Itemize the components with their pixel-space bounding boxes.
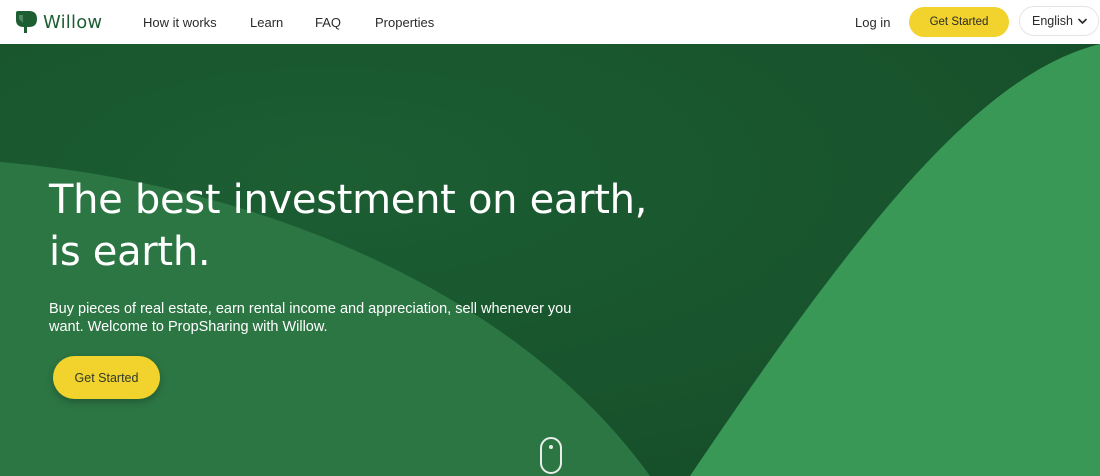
nav-link-how-it-works[interactable]: How it works [143,15,217,30]
chevron-down-icon [1078,18,1087,24]
willow-logo[interactable]: Willow [13,8,102,36]
mouse-scroll-icon[interactable] [540,437,562,474]
language-selected-value: English [1032,14,1073,28]
top-navbar: Willow How it works Learn FAQ Properties… [0,0,1100,44]
hero-get-started-button[interactable]: Get Started [53,356,160,399]
brand-name: Willow [43,11,103,33]
nav-link-properties[interactable]: Properties [375,15,434,30]
nav-get-started-button[interactable]: Get Started [909,7,1009,37]
hero-title: The best investment on earth, is earth. [49,174,689,278]
tree-logo-icon [16,11,37,33]
nav-link-learn[interactable]: Learn [250,15,283,30]
nav-link-faq[interactable]: FAQ [315,15,341,30]
language-select[interactable]: English [1019,6,1099,36]
login-link[interactable]: Log in [855,15,890,30]
hero-title-line-2: is earth. [49,229,211,275]
hero-subtitle: Buy pieces of real estate, earn rental i… [49,301,572,335]
scroll-wheel-dot [549,445,553,449]
hero-title-line-1: The best investment on earth, [49,177,648,223]
hero-section: The best investment on earth, is earth. … [0,44,1100,476]
